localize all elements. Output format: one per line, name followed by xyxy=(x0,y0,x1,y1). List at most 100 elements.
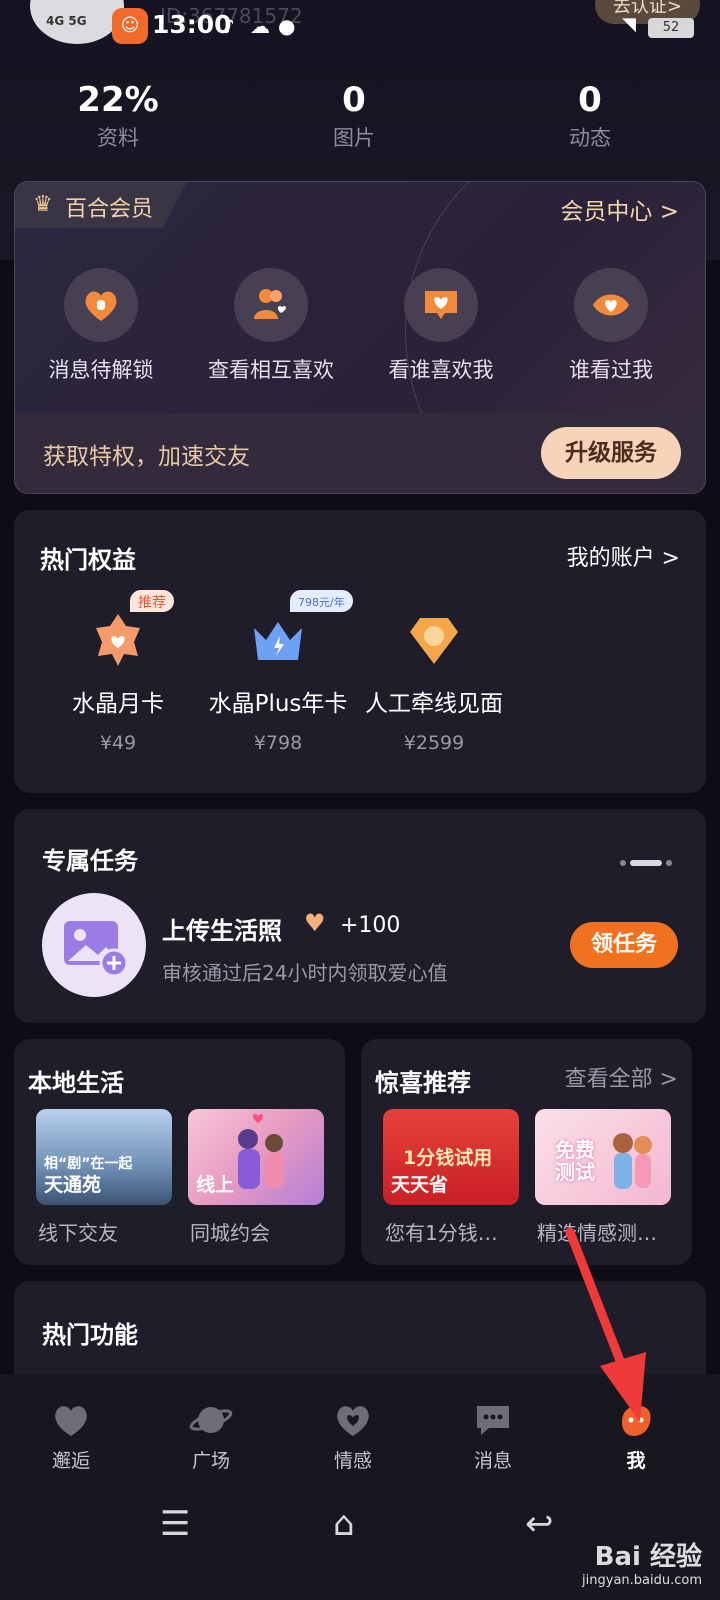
upgrade-button[interactable]: 升级服务 xyxy=(541,427,681,479)
thumb-overlay: 天通苑 xyxy=(44,1174,102,1196)
tab-label: 广场 xyxy=(191,1450,230,1472)
heart-icon: ♥ xyxy=(304,909,326,937)
task-title: 上传生活照 xyxy=(162,917,282,945)
section-title: 热门权益 xyxy=(40,546,136,574)
watermark-url: jingyan.baidu.com xyxy=(582,1573,702,1588)
heart-icon xyxy=(55,1406,87,1436)
crown-icon: 798元/年 xyxy=(248,588,355,670)
crystal-star-icon: 推荐 xyxy=(88,588,176,670)
claim-task-button[interactable]: 领任务 xyxy=(570,922,678,968)
watermark: Bai 经验 jingyan.baidu.com xyxy=(582,1536,702,1588)
planet-icon xyxy=(189,1407,233,1433)
stat-label: 动态 xyxy=(569,126,611,150)
stat-photos[interactable]: 0 图片 xyxy=(254,80,454,152)
network-indicator: 4G 5G xyxy=(46,14,87,28)
vip-feature-unlock-messages[interactable]: 消息待解锁 xyxy=(15,268,187,384)
vip-feature-label: 查看相互喜欢 xyxy=(208,358,334,382)
people-heart-icon xyxy=(234,268,308,342)
clock: 13:00 xyxy=(152,10,232,39)
task-reward: +100 xyxy=(340,913,401,938)
home-icon[interactable]: ⌂ xyxy=(333,1504,355,1544)
benefit-crystal-plus-annual[interactable]: 798元/年 水晶Plus年卡 ¥798 xyxy=(198,588,358,754)
page-indicator xyxy=(616,851,672,870)
my-account-link[interactable]: 我的账户 > xyxy=(567,540,680,572)
stat-profile[interactable]: 22% 资料 xyxy=(18,80,218,152)
chat-bubble-icon: ● xyxy=(278,14,296,38)
thumb-caption[interactable]: 同城约会 xyxy=(190,1217,330,1246)
vip-slogan: 获取特权，加速交友 xyxy=(43,444,250,470)
vip-upgrade-bar: 获取特权，加速交友 升级服务 xyxy=(15,413,705,493)
battery-indicator: 52 xyxy=(648,18,694,38)
thumb-overlay: 线上 xyxy=(196,1174,235,1196)
tab-label: 情感 xyxy=(333,1450,372,1472)
tab-encounter[interactable]: 邂逅 xyxy=(21,1402,121,1473)
tasks-card: 专属任务 上传生活照 ♥ +100 审核通过后24小时内领取爱心值 领任务 xyxy=(14,809,706,1023)
local-life-card: 本地生活 相“剧”在一起 天通苑 线下交友 线上 同城约会 xyxy=(14,1039,345,1265)
section-title: 专属任务 xyxy=(42,847,138,875)
section-title: 惊喜推荐 xyxy=(375,1069,471,1097)
benefit-matchmaking[interactable]: 人工牵线见面 ¥2599 xyxy=(354,610,514,754)
thumb-caption[interactable]: 线下交友 xyxy=(38,1217,178,1246)
see-all-link[interactable]: 查看全部 > xyxy=(565,1061,678,1093)
poster-text: 1分钱试用 xyxy=(403,1147,493,1169)
benefit-price: ¥798 xyxy=(253,732,303,754)
vip-card[interactable]: ♛ 百合会员 会员中心 > 消息待解锁 查看相互喜欢 看谁喜欢我 谁看过我 获取… xyxy=(14,181,706,494)
surprise-thumb-test[interactable]: 免费测试 xyxy=(535,1109,671,1205)
vip-feature-label: 消息待解锁 xyxy=(48,358,154,382)
vip-feature-who-likes-me[interactable]: 看谁喜欢我 xyxy=(355,268,527,384)
hot-benefits-card: 热门权益 我的账户 > 推荐 水晶月卡 ¥49 798元/年 水晶Plus年卡 … xyxy=(14,510,706,793)
local-thumb-online[interactable]: 线上 xyxy=(188,1109,324,1205)
recommend-badge: 推荐 xyxy=(128,588,176,614)
vip-feature-visitors[interactable]: 谁看过我 xyxy=(525,268,697,384)
crown-icon: ♛ xyxy=(33,192,53,217)
thumb-caption[interactable]: 您有1分钱… xyxy=(385,1217,525,1246)
tab-square[interactable]: 广场 xyxy=(161,1402,261,1473)
task-description: 审核通过后24小时内领取爱心值 xyxy=(162,961,448,985)
tab-emotion[interactable]: 情感 xyxy=(303,1402,403,1473)
message-icon xyxy=(477,1406,509,1435)
benefit-price: ¥49 xyxy=(99,732,137,754)
wifi-icon: ◥ xyxy=(622,14,636,35)
profile-page: 4G 5G ID:367781572 ☺ 13:00 ♪ ☁ ● 去认证> ◥ … xyxy=(0,0,720,1600)
vip-feature-mutual-likes[interactable]: 查看相互喜欢 xyxy=(185,268,357,384)
photo-upload-icon xyxy=(42,893,146,997)
local-thumb-offline[interactable]: 相“剧”在一起 天通苑 xyxy=(36,1109,172,1205)
vip-center-link[interactable]: 会员中心 > xyxy=(560,192,679,226)
surprise-thumb-deal[interactable]: 1分钱试用 天天省 xyxy=(383,1109,519,1205)
stat-label: 图片 xyxy=(333,126,375,150)
vip-tag-label: 百合会员 xyxy=(65,197,154,222)
diamond-badge-icon xyxy=(404,610,464,670)
benefit-name: 人工牵线见面 xyxy=(365,691,503,717)
chat-heart-icon xyxy=(404,268,478,342)
wechat-icon: ☁ xyxy=(250,14,270,38)
annotation-arrow xyxy=(565,1227,646,1422)
tiktok-icon: ♪ xyxy=(222,14,235,38)
thumb-overlay: 天天省 xyxy=(391,1174,449,1196)
status-bar: 4G 5G ID:367781572 ☺ 13:00 ♪ ☁ ● 去认证> ◥ … xyxy=(0,0,720,58)
section-title: 热门功能 xyxy=(42,1321,138,1349)
stat-posts[interactable]: 0 动态 xyxy=(490,80,690,152)
benefit-name: 水晶月卡 xyxy=(72,691,164,717)
benefit-name: 水晶Plus年卡 xyxy=(208,691,348,717)
stat-value: 0 xyxy=(578,80,602,120)
tab-label: 邂逅 xyxy=(51,1450,90,1472)
price-badge: 798元/年 xyxy=(288,588,355,614)
benefit-crystal-monthly[interactable]: 推荐 水晶月卡 ¥49 xyxy=(38,588,198,754)
watermark-brand: Bai 经验 xyxy=(594,1542,702,1572)
stat-value: 0 xyxy=(342,80,366,120)
tab-label: 我 xyxy=(626,1450,646,1472)
app-notification-icon: ☺ xyxy=(112,8,148,44)
tab-label: 消息 xyxy=(473,1450,512,1472)
vip-feature-label: 谁看过我 xyxy=(569,358,653,382)
benefit-price: ¥2599 xyxy=(403,732,465,754)
menu-icon[interactable]: ☰ xyxy=(160,1504,190,1544)
section-title: 本地生活 xyxy=(28,1069,124,1097)
stat-value: 22% xyxy=(77,80,159,120)
tab-messages[interactable]: 消息 xyxy=(443,1402,543,1473)
heart-outline-icon xyxy=(337,1406,369,1436)
eye-heart-icon xyxy=(574,268,648,342)
vip-feature-label: 看谁喜欢我 xyxy=(388,358,494,382)
back-icon[interactable]: ↩ xyxy=(525,1504,554,1544)
stat-label: 资料 xyxy=(97,126,139,150)
lock-heart-icon xyxy=(64,268,138,342)
